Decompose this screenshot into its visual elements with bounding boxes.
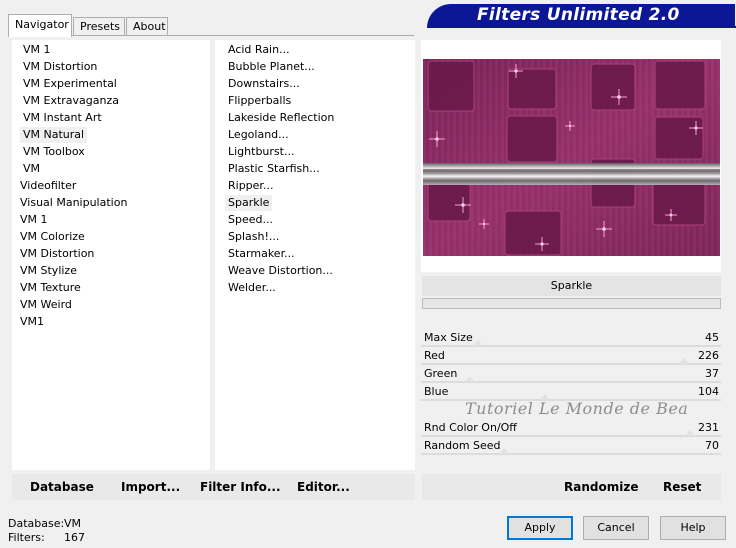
tab-navigator[interactable]: Navigator — [8, 14, 72, 37]
filter-item[interactable]: Lakeside Reflection — [225, 110, 337, 126]
category-item[interactable]: VM Distortion — [17, 246, 97, 262]
category-item[interactable]: VM — [20, 161, 43, 177]
current-filter-name: Sparkle — [422, 276, 721, 296]
filter-item[interactable]: Sparkle — [225, 195, 273, 211]
param-row[interactable]: Random Seed 70 — [421, 437, 721, 455]
param-slider-thumb[interactable] — [685, 430, 695, 436]
category-item[interactable]: VM Instant Art — [20, 110, 105, 126]
help-button[interactable]: Help — [660, 516, 726, 540]
category-item[interactable]: VM Toolbox — [20, 144, 88, 160]
cancel-button[interactable]: Cancel — [583, 516, 649, 540]
filter-item[interactable]: Downstairs... — [225, 76, 303, 92]
tab-bar: Navigator Presets About — [8, 14, 408, 37]
param-slider-thumb[interactable] — [499, 448, 509, 454]
editor-button[interactable]: Editor... — [297, 480, 350, 494]
param-value: 45 — [705, 331, 719, 344]
category-item[interactable]: VM 1 — [20, 42, 54, 58]
filter-item[interactable]: Legoland... — [225, 127, 292, 143]
filter-info-button[interactable]: Filter Info... — [200, 480, 281, 494]
status-filters-value: 167 — [64, 531, 85, 544]
category-item[interactable]: Visual Manipulation — [17, 195, 130, 211]
category-item[interactable]: VM Extravaganza — [20, 93, 122, 109]
param-label: Blue — [424, 385, 449, 398]
app-title-banner: Filters Unlimited 2.0 — [427, 4, 735, 28]
filter-item[interactable]: Splash!... — [225, 229, 282, 245]
param-value: 226 — [698, 349, 719, 362]
param-slider-thumb[interactable] — [465, 376, 475, 382]
progress-bar — [422, 298, 721, 309]
filter-item[interactable]: Speed... — [225, 212, 276, 228]
apply-button[interactable]: Apply — [507, 516, 573, 540]
param-label: Random Seed — [424, 439, 501, 452]
param-row[interactable]: Green 37 — [421, 365, 721, 383]
filter-item[interactable]: Plastic Starfish... — [225, 161, 323, 177]
category-item[interactable]: VM Colorize — [17, 229, 88, 245]
tab-presets[interactable]: Presets — [73, 17, 125, 36]
import-button[interactable]: Import... — [121, 480, 180, 494]
param-label: Max Size — [424, 331, 473, 344]
reset-button[interactable]: Reset — [663, 480, 701, 494]
status-database-value: VM — [64, 517, 82, 530]
filter-item[interactable]: Ripper... — [225, 178, 276, 194]
filter-item[interactable]: Flipperballs — [225, 93, 294, 109]
status-database-label: Database: — [8, 517, 65, 530]
param-label: Rnd Color On/Off — [424, 421, 517, 434]
param-value: 104 — [698, 385, 719, 398]
category-item[interactable]: Videofilter — [17, 178, 79, 194]
filter-item[interactable]: Acid Rain... — [225, 42, 293, 58]
param-slider-thumb[interactable] — [679, 358, 689, 364]
param-row[interactable]: Rnd Color On/Off 231 — [421, 419, 721, 437]
database-button[interactable]: Database — [30, 480, 94, 494]
param-slider-track[interactable] — [421, 453, 721, 455]
app-title: Filters Unlimited 2.0 — [477, 5, 680, 25]
filter-item[interactable]: Bubble Planet... — [225, 59, 318, 75]
category-item[interactable]: VM Texture — [17, 280, 84, 296]
randomize-button[interactable]: Randomize — [564, 480, 638, 494]
list-button-bar: Database Import... Filter Info... Editor… — [12, 474, 415, 500]
param-row[interactable]: Red 226 — [421, 347, 721, 365]
category-item[interactable]: VM 1 — [17, 212, 51, 228]
param-row[interactable]: Max Size 45 — [421, 329, 721, 347]
filter-list[interactable]: Acid Rain... Bubble Planet... Downstairs..… — [215, 40, 415, 470]
param-slider-thumb[interactable] — [473, 340, 483, 346]
filter-item[interactable]: Welder... — [225, 280, 279, 296]
param-value: 37 — [705, 367, 719, 380]
category-item[interactable]: VM Distortion — [20, 59, 100, 75]
category-item[interactable]: VM Stylize — [17, 263, 80, 279]
filter-item[interactable]: Lightburst... — [225, 144, 297, 160]
filter-item[interactable]: Starmaker... — [225, 246, 298, 262]
category-item[interactable]: VM1 — [17, 314, 47, 330]
banner-underline — [431, 26, 736, 28]
param-label: Red — [424, 349, 445, 362]
category-item[interactable]: VM Natural — [20, 127, 88, 143]
category-item[interactable]: VM Weird — [17, 297, 75, 313]
filter-item[interactable]: Weave Distortion... — [225, 263, 336, 279]
category-list[interactable]: VM 1 VM Distortion VM Experimental VM Extra… — [12, 40, 210, 470]
category-item[interactable]: VM Experimental — [20, 76, 120, 92]
param-label: Green — [424, 367, 458, 380]
status-filters-label: Filters: — [8, 531, 45, 544]
param-button-bar: Randomize Reset — [422, 474, 721, 500]
param-value: 231 — [698, 421, 719, 434]
preview-image — [423, 59, 720, 256]
tab-about[interactable]: About — [126, 17, 168, 36]
param-value: 70 — [705, 439, 719, 452]
watermark-text: Tutoriel Le Monde de Bea — [465, 399, 689, 418]
